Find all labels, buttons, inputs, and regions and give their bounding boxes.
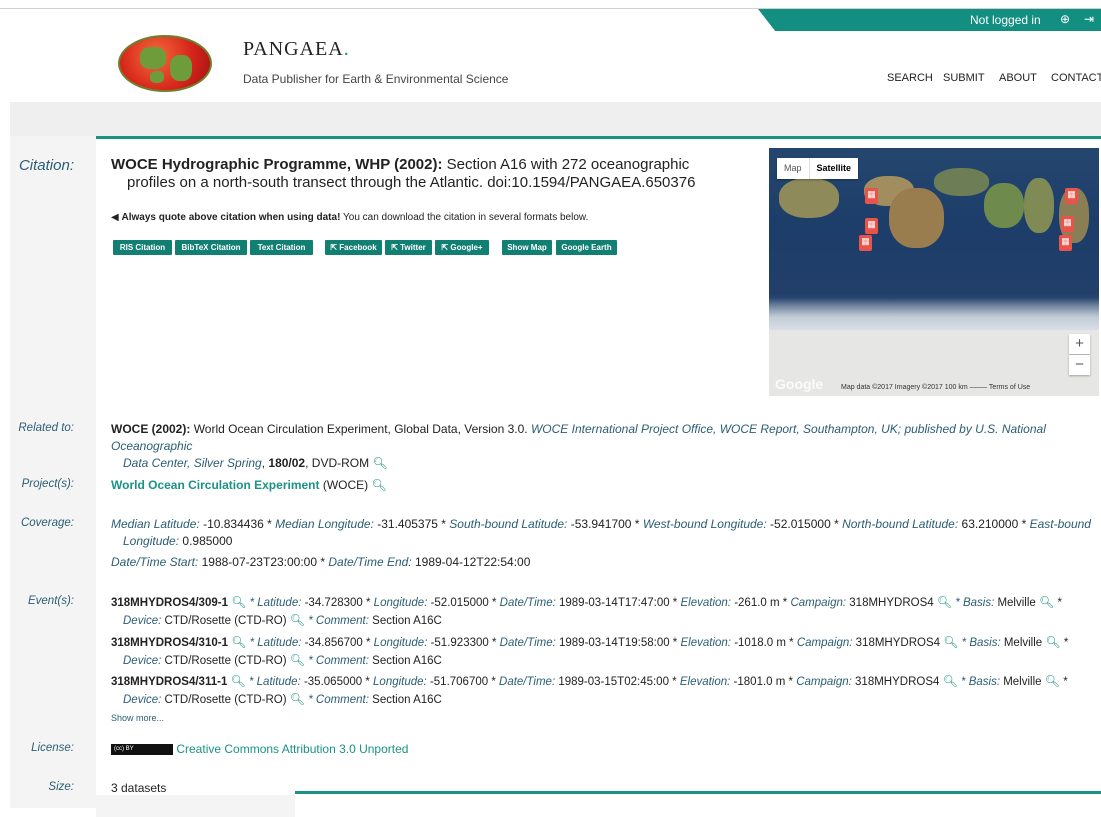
search-icon[interactable]: 🔍︎ [1045,673,1060,690]
map-widget[interactable]: Map Satellite ▦ ▦ ▦ ▦ ▦ ▦ + − Google Map … [769,148,1099,396]
search-icon[interactable]: 🔍︎ [231,594,246,611]
label-coverage: Coverage: [20,517,74,529]
related-text: WOCE (2002): World Ocean Circulation Exp… [111,422,1046,472]
event-row: 318MHYDROS4/309-1 🔍︎ * Latitude: -34.728… [111,594,1062,629]
search-icon[interactable]: 🔍︎ [290,612,305,629]
brand-name[interactable]: PANGAEA. [243,38,350,61]
search-icon[interactable]: 🔍︎ [1045,634,1060,651]
text-citation-button[interactable]: Text Citation [250,240,313,255]
zoom-out-button[interactable]: − [1069,355,1090,375]
map-marker-icon[interactable]: ▦ [1061,216,1074,232]
search-icon[interactable]: 🔍︎ [372,477,387,494]
map-attribution[interactable]: Map data ©2017 Imagery ©2017 100 km ⎯⎯⎯⎯… [841,384,1030,392]
tagline: Data Publisher for Earth & Environmental… [243,72,509,86]
label-events: Event(s): [27,595,74,607]
quote-note: ◀ Always quote above citation when using… [111,212,589,223]
bibtex-citation-button[interactable]: BibTeX Citation [175,240,247,255]
plus-circle-icon[interactable]: ⊕ [1058,12,1072,26]
footer-gray [96,795,295,817]
search-icon[interactable]: 🔍︎ [290,691,305,708]
map-land [779,178,839,218]
login-status[interactable]: Not logged in [970,13,1041,27]
search-icon[interactable]: 🔍︎ [937,594,952,611]
label-related: Related to: [18,422,74,434]
header-band [10,102,1101,136]
search-icon[interactable]: 🔍︎ [943,634,958,651]
label-license: License: [31,742,74,754]
sign-in-icon[interactable]: ⇥ [1082,12,1096,26]
top-rule [0,8,1101,9]
login-bar: Not logged in ⊕ ⇥ [758,9,1101,31]
search-icon[interactable]: 🔍︎ [943,673,958,690]
megaphone-icon: ◀ [111,212,119,223]
map-type-map[interactable]: Map [777,158,809,179]
google-logo: Google [775,376,824,392]
facebook-button[interactable]: ⇱ Facebook [325,240,382,255]
project-link[interactable]: World Ocean Circulation Experiment [111,478,320,492]
top-divider [96,136,1101,139]
search-icon[interactable]: 🔍︎ [290,652,305,669]
googleplus-button[interactable]: ⇱ Google+ [435,240,489,255]
map-land [934,168,989,196]
label-column [10,136,96,808]
map-marker-icon[interactable]: ▦ [865,218,878,234]
map-marker-icon[interactable]: ▦ [859,235,872,251]
nav-contact[interactable]: CONTACT [1051,72,1101,84]
google-earth-button[interactable]: Google Earth [556,240,617,255]
map-type-control: Map Satellite [777,158,859,179]
event-row: 318MHYDROS4/311-1 🔍︎ * Latitude: -35.065… [111,673,1068,708]
nav-search[interactable]: SEARCH [887,72,933,84]
nav-submit[interactable]: SUBMIT [943,72,985,84]
map-marker-icon[interactable]: ▦ [1065,188,1078,204]
show-more-link[interactable]: Show more... [111,713,164,723]
bottom-divider [295,791,1101,794]
label-size: Size: [48,781,74,793]
pangaea-logo[interactable] [118,35,212,92]
label-projects: Project(s): [21,478,74,490]
license-link[interactable]: Creative Commons Attribution 3.0 Unporte… [176,742,408,756]
coverage-text: Median Latitude: -10.834436 * Median Lon… [111,517,1091,548]
citation-text: WOCE Hydrographic Programme, WHP (2002):… [111,156,696,191]
map-marker-icon[interactable]: ▦ [865,188,878,204]
map-land [984,183,1024,228]
show-map-button[interactable]: Show Map [502,240,552,255]
license-text: (cc) BY Creative Commons Attribution 3.0… [111,741,408,758]
nav-about[interactable]: ABOUT [999,72,1037,84]
search-icon[interactable]: 🔍︎ [231,673,246,690]
zoom-in-button[interactable]: + [1069,334,1090,354]
cc-license-badge[interactable]: (cc) BY [111,744,173,756]
ris-citation-button[interactable]: RIS Citation [113,240,172,255]
label-citation: Citation: [18,157,74,174]
search-icon[interactable]: 🔍︎ [372,455,387,472]
search-icon[interactable]: 🔍︎ [231,634,246,651]
project-text: World Ocean Circulation Experiment (WOCE… [111,477,387,494]
map-land [1024,178,1054,233]
search-icon[interactable]: 🔍︎ [1039,594,1054,611]
map-land [889,188,944,248]
map-marker-icon[interactable]: ▦ [1059,235,1072,251]
map-type-satellite[interactable]: Satellite [808,158,859,179]
twitter-button[interactable]: ⇱ Twitter [385,240,432,255]
coverage-dates: Date/Time Start: 1988-07-23T23:00:00 * D… [111,555,531,569]
event-row: 318MHYDROS4/310-1 🔍︎ * Latitude: -34.856… [111,634,1069,669]
map-ice [769,298,1099,330]
